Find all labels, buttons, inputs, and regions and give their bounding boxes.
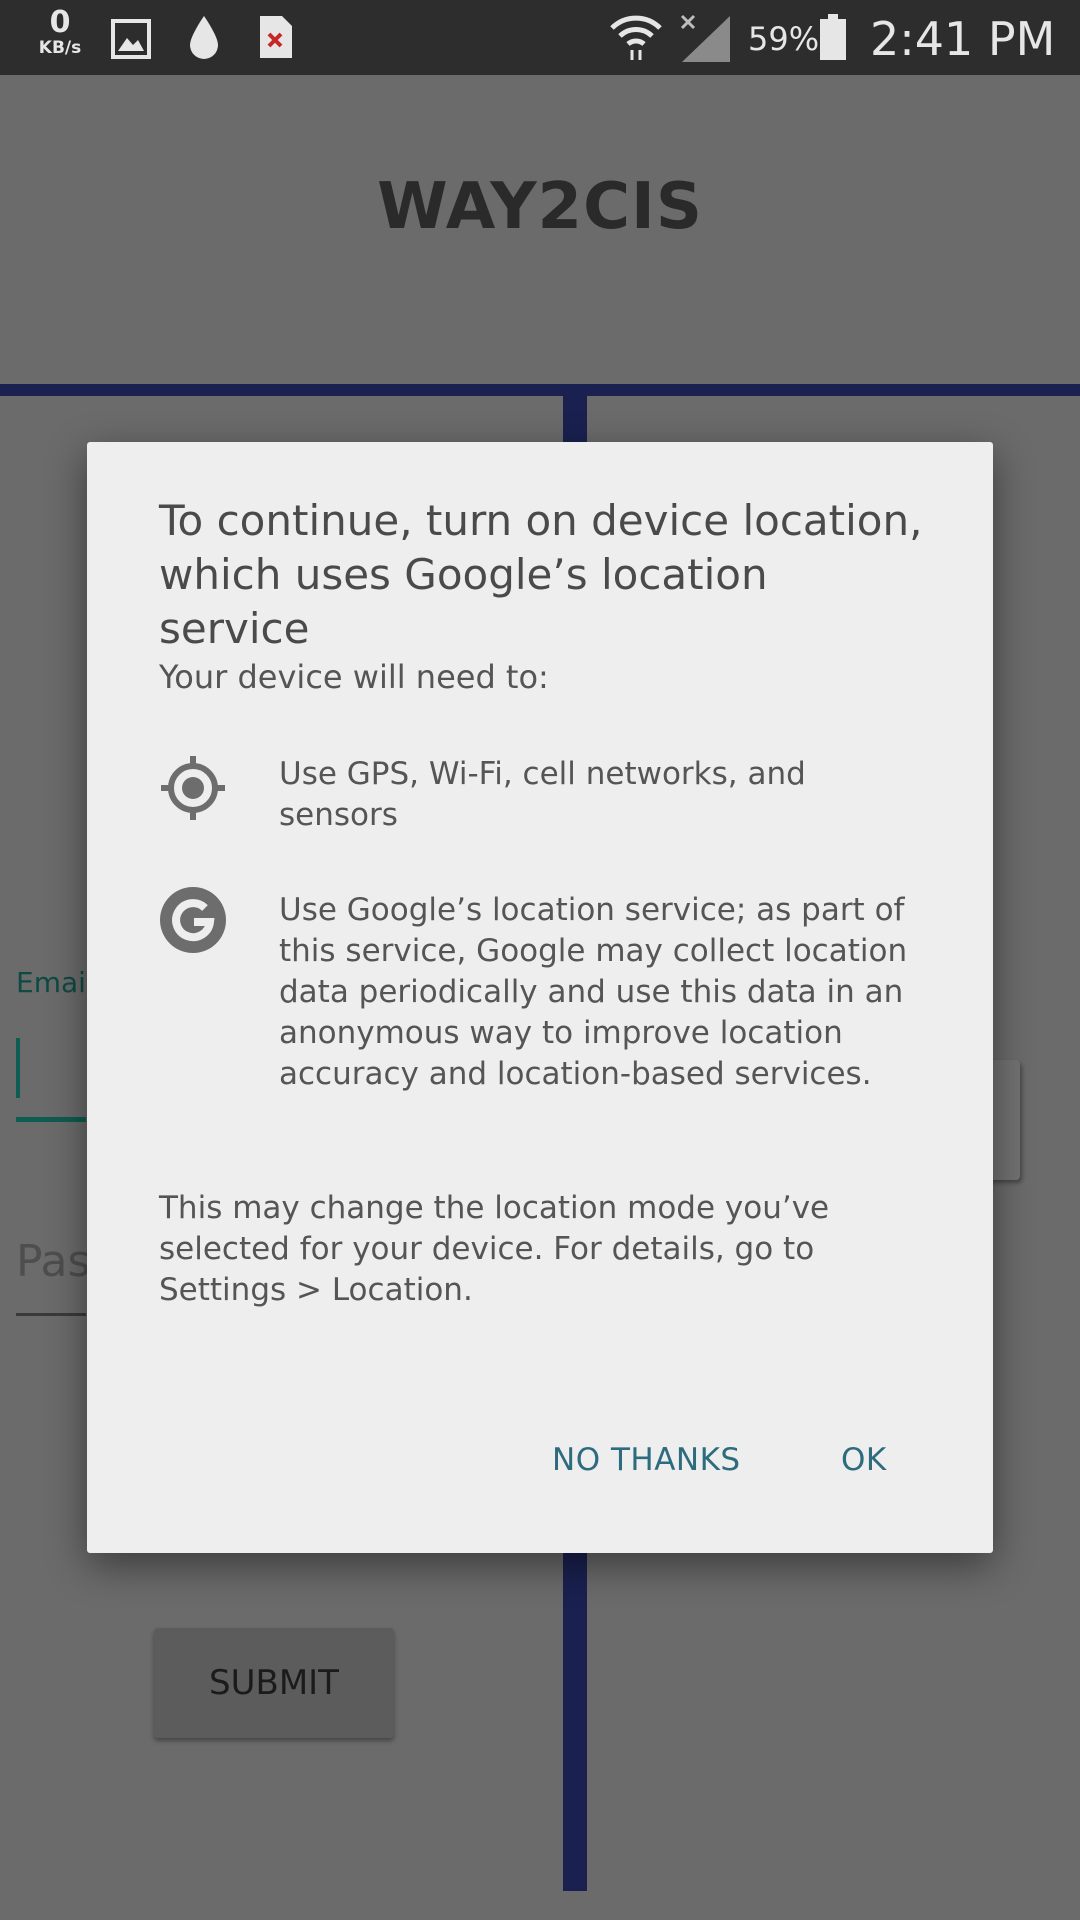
clock: 2:41 PM bbox=[870, 12, 1056, 66]
no-thanks-button[interactable]: NO THANKS bbox=[542, 1434, 751, 1486]
email-cursor bbox=[16, 1038, 20, 1098]
dialog-title: To continue, turn on device location, wh… bbox=[159, 496, 923, 653]
dialog-item-google: Use Google’s location service; as part o… bbox=[279, 892, 908, 1092]
submit-button[interactable]: SUBMIT bbox=[154, 1628, 394, 1738]
dialog-item-gps: Use GPS, Wi-Fi, cell networks, and senso… bbox=[279, 756, 806, 833]
network-speed: 0 KB/s bbox=[30, 8, 90, 57]
drop-icon bbox=[190, 16, 218, 59]
header-divider bbox=[0, 384, 1080, 396]
network-speed-value: 0 bbox=[49, 5, 71, 40]
file-error-icon bbox=[260, 16, 292, 58]
password-field[interactable]: Pas bbox=[16, 1236, 90, 1287]
email-field[interactable] bbox=[16, 1117, 86, 1122]
network-speed-unit: KB/s bbox=[38, 38, 82, 58]
ok-button[interactable]: OK bbox=[831, 1434, 897, 1486]
gps-target-icon bbox=[161, 756, 225, 820]
app-title: WAY2CIS bbox=[377, 170, 703, 244]
email-label: Email bbox=[16, 966, 94, 999]
dialog-subtitle: Your device will need to: bbox=[159, 658, 549, 696]
wifi-icon bbox=[610, 15, 662, 60]
image-icon bbox=[111, 19, 151, 59]
signal-icon bbox=[680, 14, 730, 62]
dialog-note: This may change the location mode you’ve… bbox=[159, 1190, 830, 1308]
password-underline bbox=[16, 1313, 86, 1316]
battery-icon bbox=[820, 14, 846, 60]
location-dialog: To continue, turn on device location, wh… bbox=[87, 442, 993, 1553]
battery-percent: 59% bbox=[748, 20, 820, 58]
status-bar: 0 KB/s 59% 2:41 PM bbox=[0, 0, 1080, 75]
google-g-icon bbox=[160, 887, 226, 953]
